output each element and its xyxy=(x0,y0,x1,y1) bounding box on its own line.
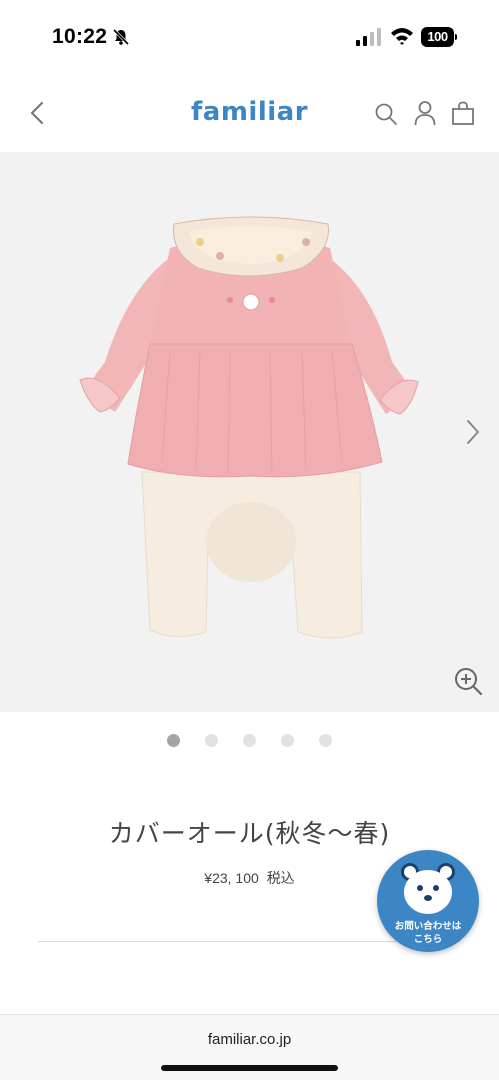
slide-dot-1[interactable] xyxy=(167,734,180,747)
browser-address-bar[interactable]: familiar.co.jp xyxy=(0,1014,499,1080)
product-gallery[interactable] xyxy=(0,152,499,712)
bell-slash-icon xyxy=(112,28,130,46)
contact-line-2: こちら xyxy=(413,934,443,945)
slide-indicator xyxy=(0,734,499,748)
battery-level: 100 xyxy=(421,27,454,47)
bag-icon[interactable] xyxy=(451,100,475,126)
product-price: ¥23, 100 xyxy=(204,870,259,886)
product-image[interactable] xyxy=(70,212,430,652)
wifi-icon xyxy=(391,28,413,45)
url-text[interactable]: familiar.co.jp xyxy=(0,1031,499,1048)
signal-icon xyxy=(356,28,381,46)
zoom-in-icon[interactable] xyxy=(453,666,483,696)
slide-dot-5[interactable] xyxy=(319,734,332,747)
contact-line-1: お問い合わせは xyxy=(394,921,462,932)
slide-dot-2[interactable] xyxy=(205,734,218,747)
slide-dot-4[interactable] xyxy=(281,734,294,747)
status-bar: 10:22 100 xyxy=(0,0,499,70)
status-time: 10:22 xyxy=(52,25,108,48)
contact-badge-label: お問い合わせは こちら xyxy=(377,920,479,946)
tax-label: 税込 xyxy=(266,870,295,886)
slide-dot-3[interactable] xyxy=(243,734,256,747)
site-header: familiar xyxy=(0,80,499,148)
home-indicator[interactable] xyxy=(161,1065,338,1071)
bear-mascot-icon xyxy=(401,863,455,914)
battery-icon: 100 xyxy=(421,27,457,47)
product-title: カバーオール(秋冬〜春) xyxy=(108,819,391,848)
next-slide-arrow-icon[interactable] xyxy=(464,418,482,446)
contact-badge-button[interactable]: お問い合わせは こちら xyxy=(377,850,479,952)
search-icon[interactable] xyxy=(374,102,398,126)
account-icon[interactable] xyxy=(413,100,437,126)
